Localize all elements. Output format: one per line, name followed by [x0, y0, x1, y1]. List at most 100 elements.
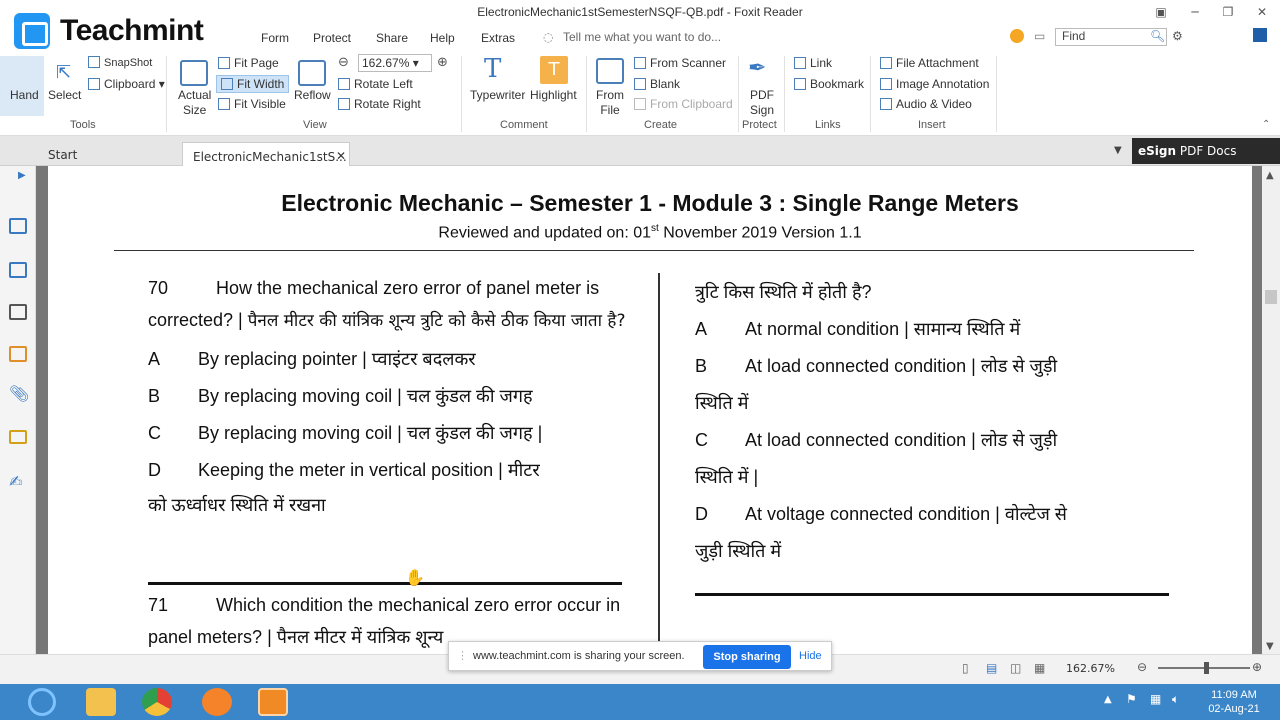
question-number: 71: [148, 595, 169, 615]
menu-share[interactable]: Share: [376, 31, 408, 45]
scroll-thumb[interactable]: [1265, 290, 1277, 304]
volume-icon[interactable]: 🔈︎: [1172, 692, 1179, 707]
scroll-down-icon[interactable]: ▼: [1266, 641, 1274, 652]
clock[interactable]: 11:09 AM 02-Aug-21: [1196, 688, 1272, 716]
notification-icon[interactable]: [1010, 29, 1024, 43]
rotate-right-button[interactable]: Rotate Right: [338, 97, 421, 111]
pages-icon[interactable]: [9, 218, 27, 234]
zoom-in-icon[interactable]: ⊕: [437, 55, 448, 70]
flag-icon[interactable]: ⚑: [1126, 692, 1137, 706]
search-icon[interactable]: 🔍︎: [1150, 29, 1165, 43]
close-tab-icon[interactable]: ✕: [336, 149, 346, 163]
attachment-sidebar-icon[interactable]: 📎︎: [9, 384, 29, 403]
scroll-up-icon[interactable]: ▲: [1266, 170, 1274, 181]
actual-size-button[interactable]: Actual Size: [178, 88, 211, 118]
tab-list-dropdown-icon[interactable]: ▼: [1114, 145, 1122, 156]
network-icon[interactable]: ▦: [1150, 692, 1161, 706]
blank-button[interactable]: Blank: [634, 77, 680, 91]
fit-page-icon: [218, 57, 230, 69]
collapse-ribbon-icon[interactable]: ⌃: [1262, 119, 1270, 130]
gear-icon[interactable]: ⚙: [1172, 29, 1183, 43]
file-explorer-icon[interactable]: [86, 688, 116, 716]
from-file-button[interactable]: From File: [596, 88, 624, 118]
menu-form[interactable]: Form: [261, 31, 289, 45]
bookmarks-icon[interactable]: [9, 304, 27, 320]
hide-button[interactable]: Hide: [799, 650, 822, 662]
file-attachment-button[interactable]: File Attachment: [880, 56, 979, 70]
tab-start[interactable]: Start: [48, 148, 77, 162]
question-70: 70 How the mechanical zero error of panel…: [148, 272, 628, 521]
zoom-slider-thumb[interactable]: [1204, 662, 1209, 674]
stop-sharing-button[interactable]: Stop sharing: [703, 645, 791, 669]
minimize-button[interactable]: ─: [1184, 3, 1206, 21]
continuous-facing-icon[interactable]: ▦: [1034, 661, 1045, 675]
option-d-continued: को ऊर्ध्वाधर स्थिति में रखना: [148, 495, 326, 515]
typewriter-button[interactable]: Typewriter: [470, 88, 525, 102]
from-scanner-button[interactable]: From Scanner: [634, 56, 726, 70]
link-button[interactable]: Link: [794, 56, 832, 70]
clock-time: 11:09 AM: [1211, 689, 1257, 701]
maximize-button[interactable]: ❐: [1217, 3, 1239, 21]
layers-icon[interactable]: [9, 262, 27, 278]
expand-panel-icon[interactable]: ▶: [18, 170, 26, 181]
typewriter-icon: T: [484, 54, 502, 84]
menu-help[interactable]: Help: [430, 31, 455, 45]
tell-me-input[interactable]: Tell me what you want to do...: [563, 30, 721, 44]
bookmark-button[interactable]: Bookmark: [794, 77, 864, 91]
from-clipboard-button[interactable]: From Clipboard: [634, 97, 733, 111]
rotate-left-button[interactable]: Rotate Left: [338, 77, 413, 91]
fit-width-button[interactable]: Fit Width: [216, 75, 290, 93]
close-window-button[interactable]: ✕: [1251, 3, 1273, 21]
snapshot-icon: [88, 56, 100, 68]
single-page-icon[interactable]: ▯: [962, 661, 969, 675]
lock-icon[interactable]: [9, 430, 27, 444]
fit-visible-button[interactable]: Fit Visible: [218, 97, 286, 111]
highlight-icon: T: [540, 56, 568, 84]
esign-banner[interactable]: eSign PDF Docs: [1132, 138, 1280, 164]
tab-document[interactable]: ElectronicMechanic1stS...: [182, 142, 350, 168]
screen-share-bar: ⋮ www.teachmint.com is sharing your scre…: [448, 641, 832, 671]
group-create: Create: [644, 119, 678, 131]
foxit-reader-icon[interactable]: [258, 688, 288, 716]
fit-page-button[interactable]: Fit Page: [218, 56, 279, 70]
comments-icon[interactable]: [9, 346, 27, 362]
audio-video-button[interactable]: Audio & Video: [880, 97, 972, 111]
hand-tool-button[interactable]: [0, 56, 44, 116]
image-annotation-button[interactable]: Image Annotation: [880, 77, 989, 91]
restore-layout-icon[interactable]: ▣: [1150, 3, 1172, 21]
continuous-page-icon[interactable]: ▤: [986, 661, 997, 675]
panel-toggle-icon[interactable]: [1253, 28, 1267, 42]
snapshot-button[interactable]: SnapShot: [88, 56, 152, 69]
clipboard-button[interactable]: Clipboard ▾: [88, 77, 165, 91]
link-icon: [794, 57, 806, 69]
ribbon-divider: [784, 56, 785, 132]
pdf-sign-button[interactable]: PDF Sign: [750, 88, 774, 118]
menu-extras[interactable]: Extras: [481, 31, 515, 45]
question-number: 70: [148, 278, 169, 298]
zoom-out-icon[interactable]: ⊖: [338, 55, 349, 70]
vertical-scrollbar[interactable]: [1262, 166, 1280, 654]
attachment-icon: [880, 57, 892, 69]
drag-handle-icon[interactable]: ⋮: [457, 649, 468, 662]
facing-page-icon[interactable]: ◫: [1010, 661, 1021, 675]
clock-date: 02-Aug-21: [1208, 703, 1260, 715]
question-text: Which condition the mechanical zero erro…: [148, 595, 621, 647]
zoom-out-status-icon[interactable]: ⊖: [1137, 660, 1147, 674]
select-button[interactable]: Select: [48, 88, 81, 102]
menu-protect[interactable]: Protect: [313, 31, 351, 45]
firefox-icon[interactable]: [202, 688, 232, 716]
zoom-select[interactable]: 162.67% ▾: [358, 54, 432, 72]
signature-icon[interactable]: ✍: [9, 472, 22, 491]
show-hidden-icons[interactable]: ▲: [1104, 694, 1112, 705]
internet-explorer-icon[interactable]: [28, 688, 56, 716]
find-options-icon[interactable]: ▭: [1034, 29, 1045, 43]
highlight-button[interactable]: Highlight: [530, 88, 577, 102]
actual-size-icon: [180, 60, 208, 86]
header-rule: [114, 250, 1194, 251]
teachmint-logo-icon: [14, 13, 50, 49]
chrome-icon[interactable]: [142, 688, 172, 716]
ribbon-divider: [166, 56, 167, 132]
status-zoom-value[interactable]: 162.67%: [1066, 662, 1115, 675]
reflow-button[interactable]: Reflow: [294, 88, 331, 102]
zoom-in-status-icon[interactable]: ⊕: [1252, 660, 1262, 674]
